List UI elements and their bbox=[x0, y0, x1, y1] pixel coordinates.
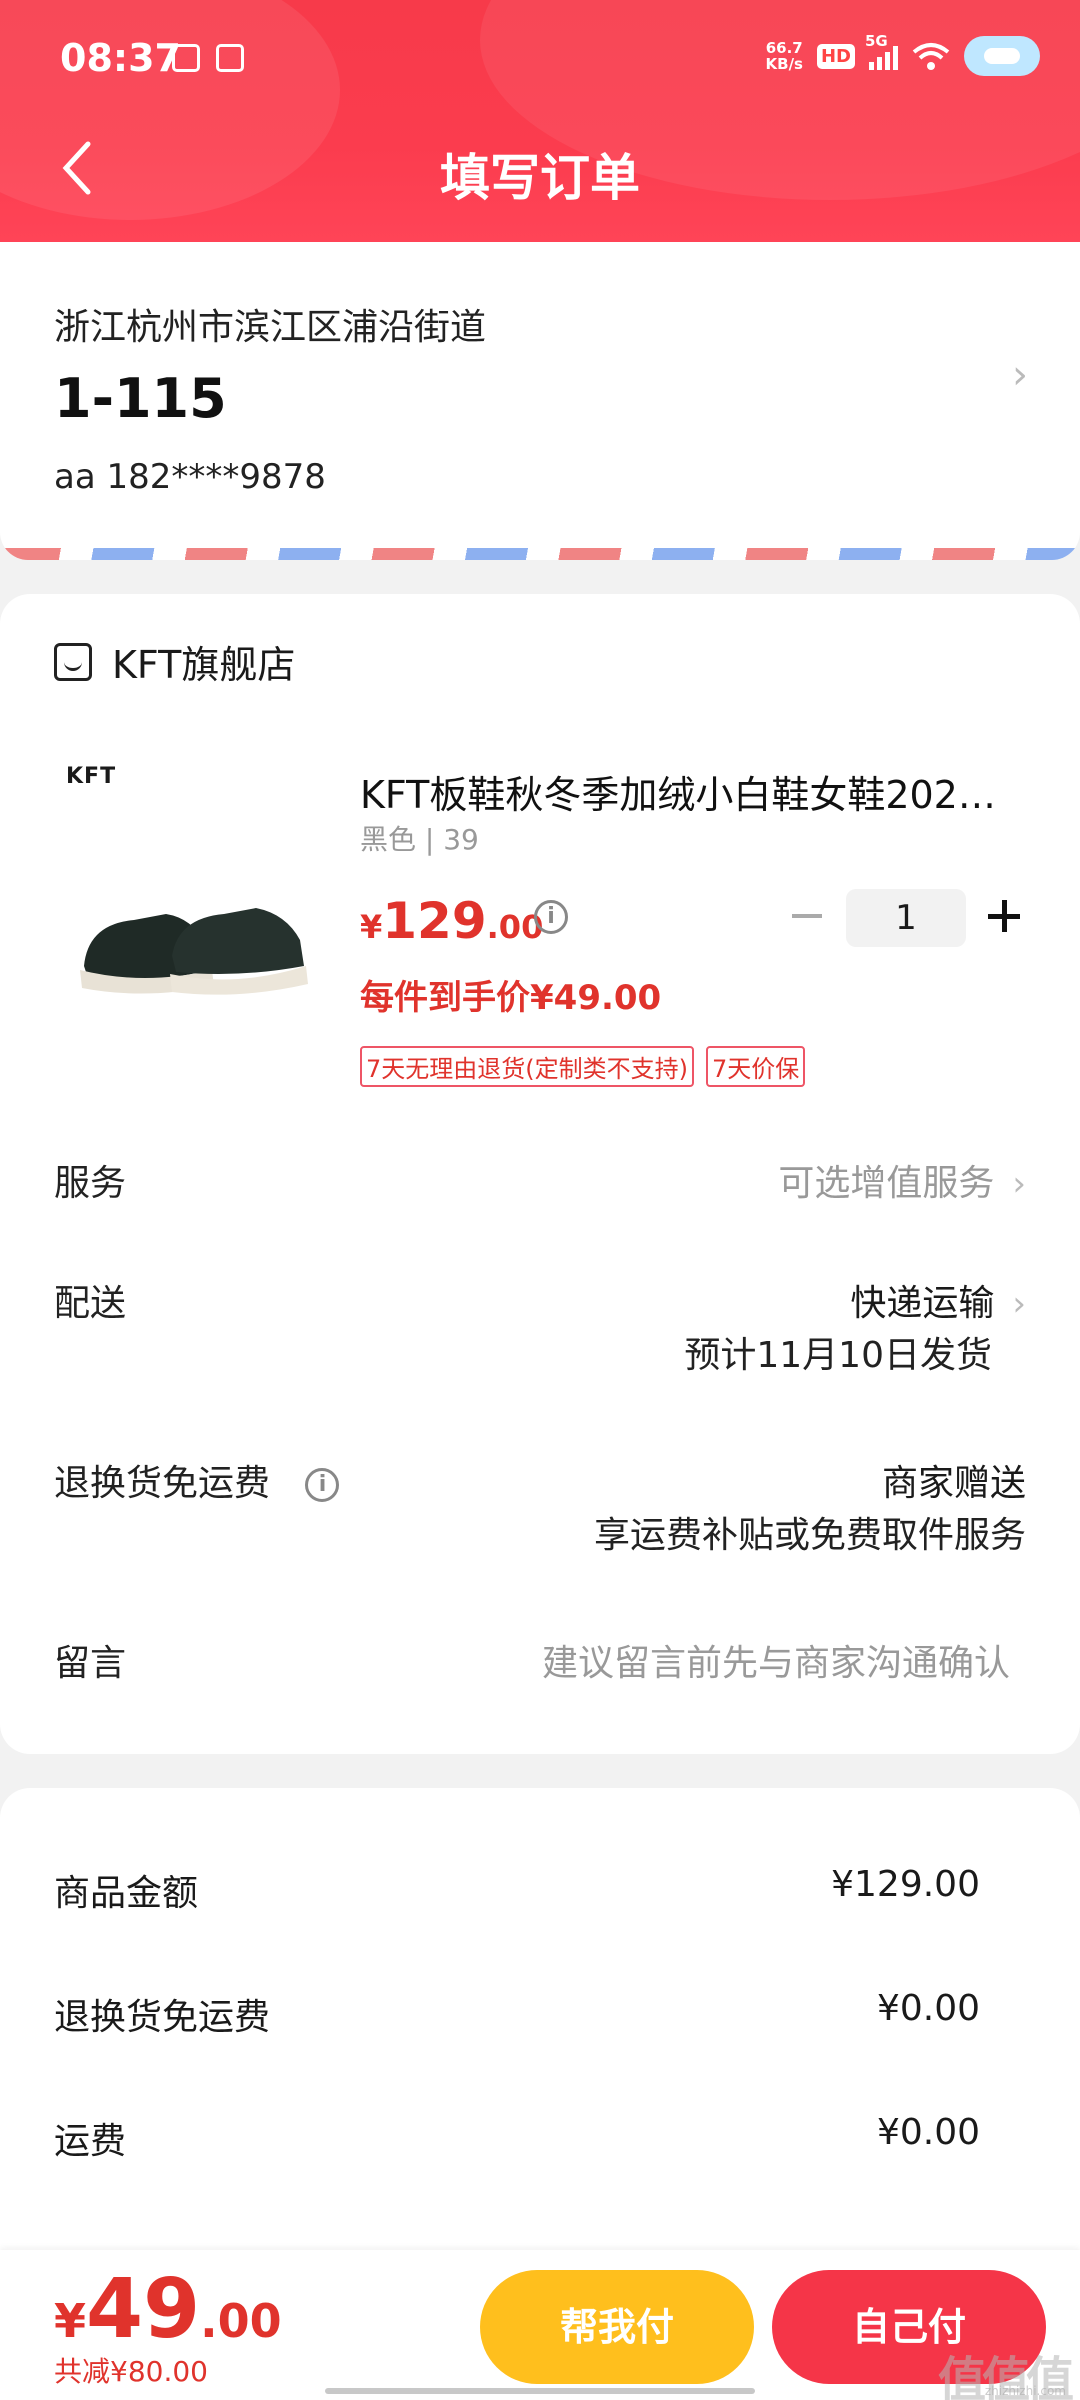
store-card: KFT旗舰店 KFT KFT板鞋秋冬季加绒小白鞋女鞋202… 黑色 | 39 ¥… bbox=[0, 594, 1080, 1754]
summary-value: ¥0.00 bbox=[876, 2112, 980, 2153]
return-tag: 7天无理由退货(定制类不支持) bbox=[360, 1046, 694, 1087]
return-shipping-sub: 享运费补贴或免费取件服务 bbox=[593, 1515, 1026, 1556]
battery-icon bbox=[964, 36, 1040, 76]
header-bar: 08:37 66.7 KB/s HD 5G 填写订单 bbox=[0, 0, 1080, 242]
product-name[interactable]: KFT板鞋秋冬季加绒小白鞋女鞋202… bbox=[360, 764, 1020, 819]
product-image[interactable]: KFT bbox=[54, 764, 324, 1034]
chevron-right-icon: › bbox=[1012, 1284, 1026, 1324]
summary-label: 退换货免运费 bbox=[54, 1997, 271, 2038]
service-value: 可选增值服务 bbox=[778, 1163, 995, 1204]
price-integer: 129 bbox=[382, 892, 487, 950]
delivery-value-wrap: 快递运输 › bbox=[850, 1274, 1026, 1326]
signal-label: 5G bbox=[865, 32, 888, 50]
address-contact: aa 182****9878 bbox=[54, 457, 326, 497]
message-row[interactable]: 留言 建议留言前先与商家沟通确认 bbox=[54, 1634, 1026, 1694]
help-pay-button[interactable]: 帮我付 bbox=[480, 2270, 754, 2384]
status-bar: 08:37 66.7 KB/s HD 5G bbox=[0, 0, 1080, 120]
info-icon[interactable]: i bbox=[305, 1468, 340, 1502]
delivery-eta: 预计11月10日发货 bbox=[684, 1335, 992, 1376]
radio-icon bbox=[172, 44, 200, 72]
hd-icon: HD bbox=[816, 43, 855, 69]
airmail-border bbox=[0, 548, 1080, 560]
address-card[interactable]: 浙江杭州市滨江区浦沿街道 1-115 aa 182****9878 › bbox=[0, 242, 1080, 560]
store-name: KFT旗舰店 bbox=[112, 643, 296, 687]
wifi-icon bbox=[912, 42, 950, 70]
quantity-decrease-button[interactable] bbox=[786, 896, 830, 936]
each-price: 每件到手价¥49.00 bbox=[360, 978, 662, 1018]
total-integer: 49 bbox=[86, 2262, 201, 2357]
address-detail: 1-115 bbox=[54, 367, 227, 430]
brand-logo: KFT bbox=[66, 764, 117, 789]
price-protect-tag: 7天价保 bbox=[706, 1046, 806, 1087]
service-tags: 7天无理由退货(定制类不支持) 7天价保 bbox=[360, 1046, 806, 1087]
summary-label: 商品金额 bbox=[54, 1873, 199, 1914]
total-symbol: ¥ bbox=[54, 2294, 87, 2348]
message-input[interactable]: 建议留言前先与商家沟通确认 bbox=[542, 1634, 1010, 1686]
service-row[interactable]: 服务 可选增值服务 › bbox=[54, 1154, 1026, 1214]
status-time: 08:37 bbox=[60, 36, 181, 80]
quantity-value[interactable]: 1 bbox=[846, 889, 966, 947]
total-decimal: .00 bbox=[200, 2294, 282, 2348]
return-shipping-label-wrap: 退换货免运费 i bbox=[54, 1454, 340, 1506]
checkout-bar: ¥49.00 共减¥80.00 帮我付 自己付 bbox=[0, 2250, 1080, 2400]
total-discount: 共减¥80.00 bbox=[54, 2355, 208, 2388]
return-shipping-label: 退换货免运费 bbox=[54, 1463, 271, 1504]
calendar-icon bbox=[216, 44, 244, 72]
total-price: ¥49.00 bbox=[54, 2262, 282, 2357]
home-indicator[interactable] bbox=[325, 2388, 755, 2394]
signal-icon: 5G bbox=[865, 32, 898, 70]
network-speed: 66.7 KB/s bbox=[766, 40, 803, 72]
chevron-right-icon: › bbox=[1012, 352, 1028, 398]
shop-icon bbox=[54, 642, 92, 681]
store-header[interactable]: KFT旗舰店 bbox=[54, 634, 295, 689]
watermark-site: zhizhizhi.com bbox=[984, 2384, 1066, 2398]
info-icon[interactable]: i bbox=[534, 900, 568, 934]
net-speed-unit: KB/s bbox=[765, 55, 803, 73]
product-price: ¥129.00 bbox=[360, 892, 543, 950]
quantity-increase-button[interactable] bbox=[984, 896, 1028, 940]
return-shipping-value: 商家赠送 bbox=[881, 1463, 1026, 1504]
shoe-image bbox=[80, 908, 308, 995]
page-title: 填写订单 bbox=[440, 149, 640, 207]
price-symbol: ¥ bbox=[360, 908, 383, 946]
address-region: 浙江杭州市滨江区浦沿街道 bbox=[54, 307, 487, 348]
price-summary-card: 商品金额 ¥129.00 退换货免运费 ¥0.00 运费 ¥0.00 bbox=[0, 1788, 1080, 2288]
summary-label: 运费 bbox=[54, 2121, 127, 2162]
message-label: 留言 bbox=[54, 1643, 127, 1684]
delivery-value: 快递运输 bbox=[850, 1283, 995, 1324]
chevron-right-icon: › bbox=[1012, 1164, 1026, 1204]
delivery-row[interactable]: 配送 快递运输 › 预计11月10日发货 bbox=[54, 1274, 1026, 1384]
summary-value: ¥0.00 bbox=[876, 1988, 980, 2029]
return-shipping-row: 退换货免运费 i 商家赠送 享运费补贴或免费取件服务 bbox=[54, 1454, 1026, 1564]
net-speed-value: 66.7 bbox=[765, 39, 803, 57]
summary-value: ¥129.00 bbox=[831, 1864, 980, 1905]
service-value-wrap: 可选增值服务 › bbox=[778, 1154, 1026, 1206]
service-label: 服务 bbox=[54, 1163, 127, 1204]
delivery-label: 配送 bbox=[54, 1283, 127, 1324]
product-spec[interactable]: 黑色 | 39 bbox=[360, 818, 479, 858]
